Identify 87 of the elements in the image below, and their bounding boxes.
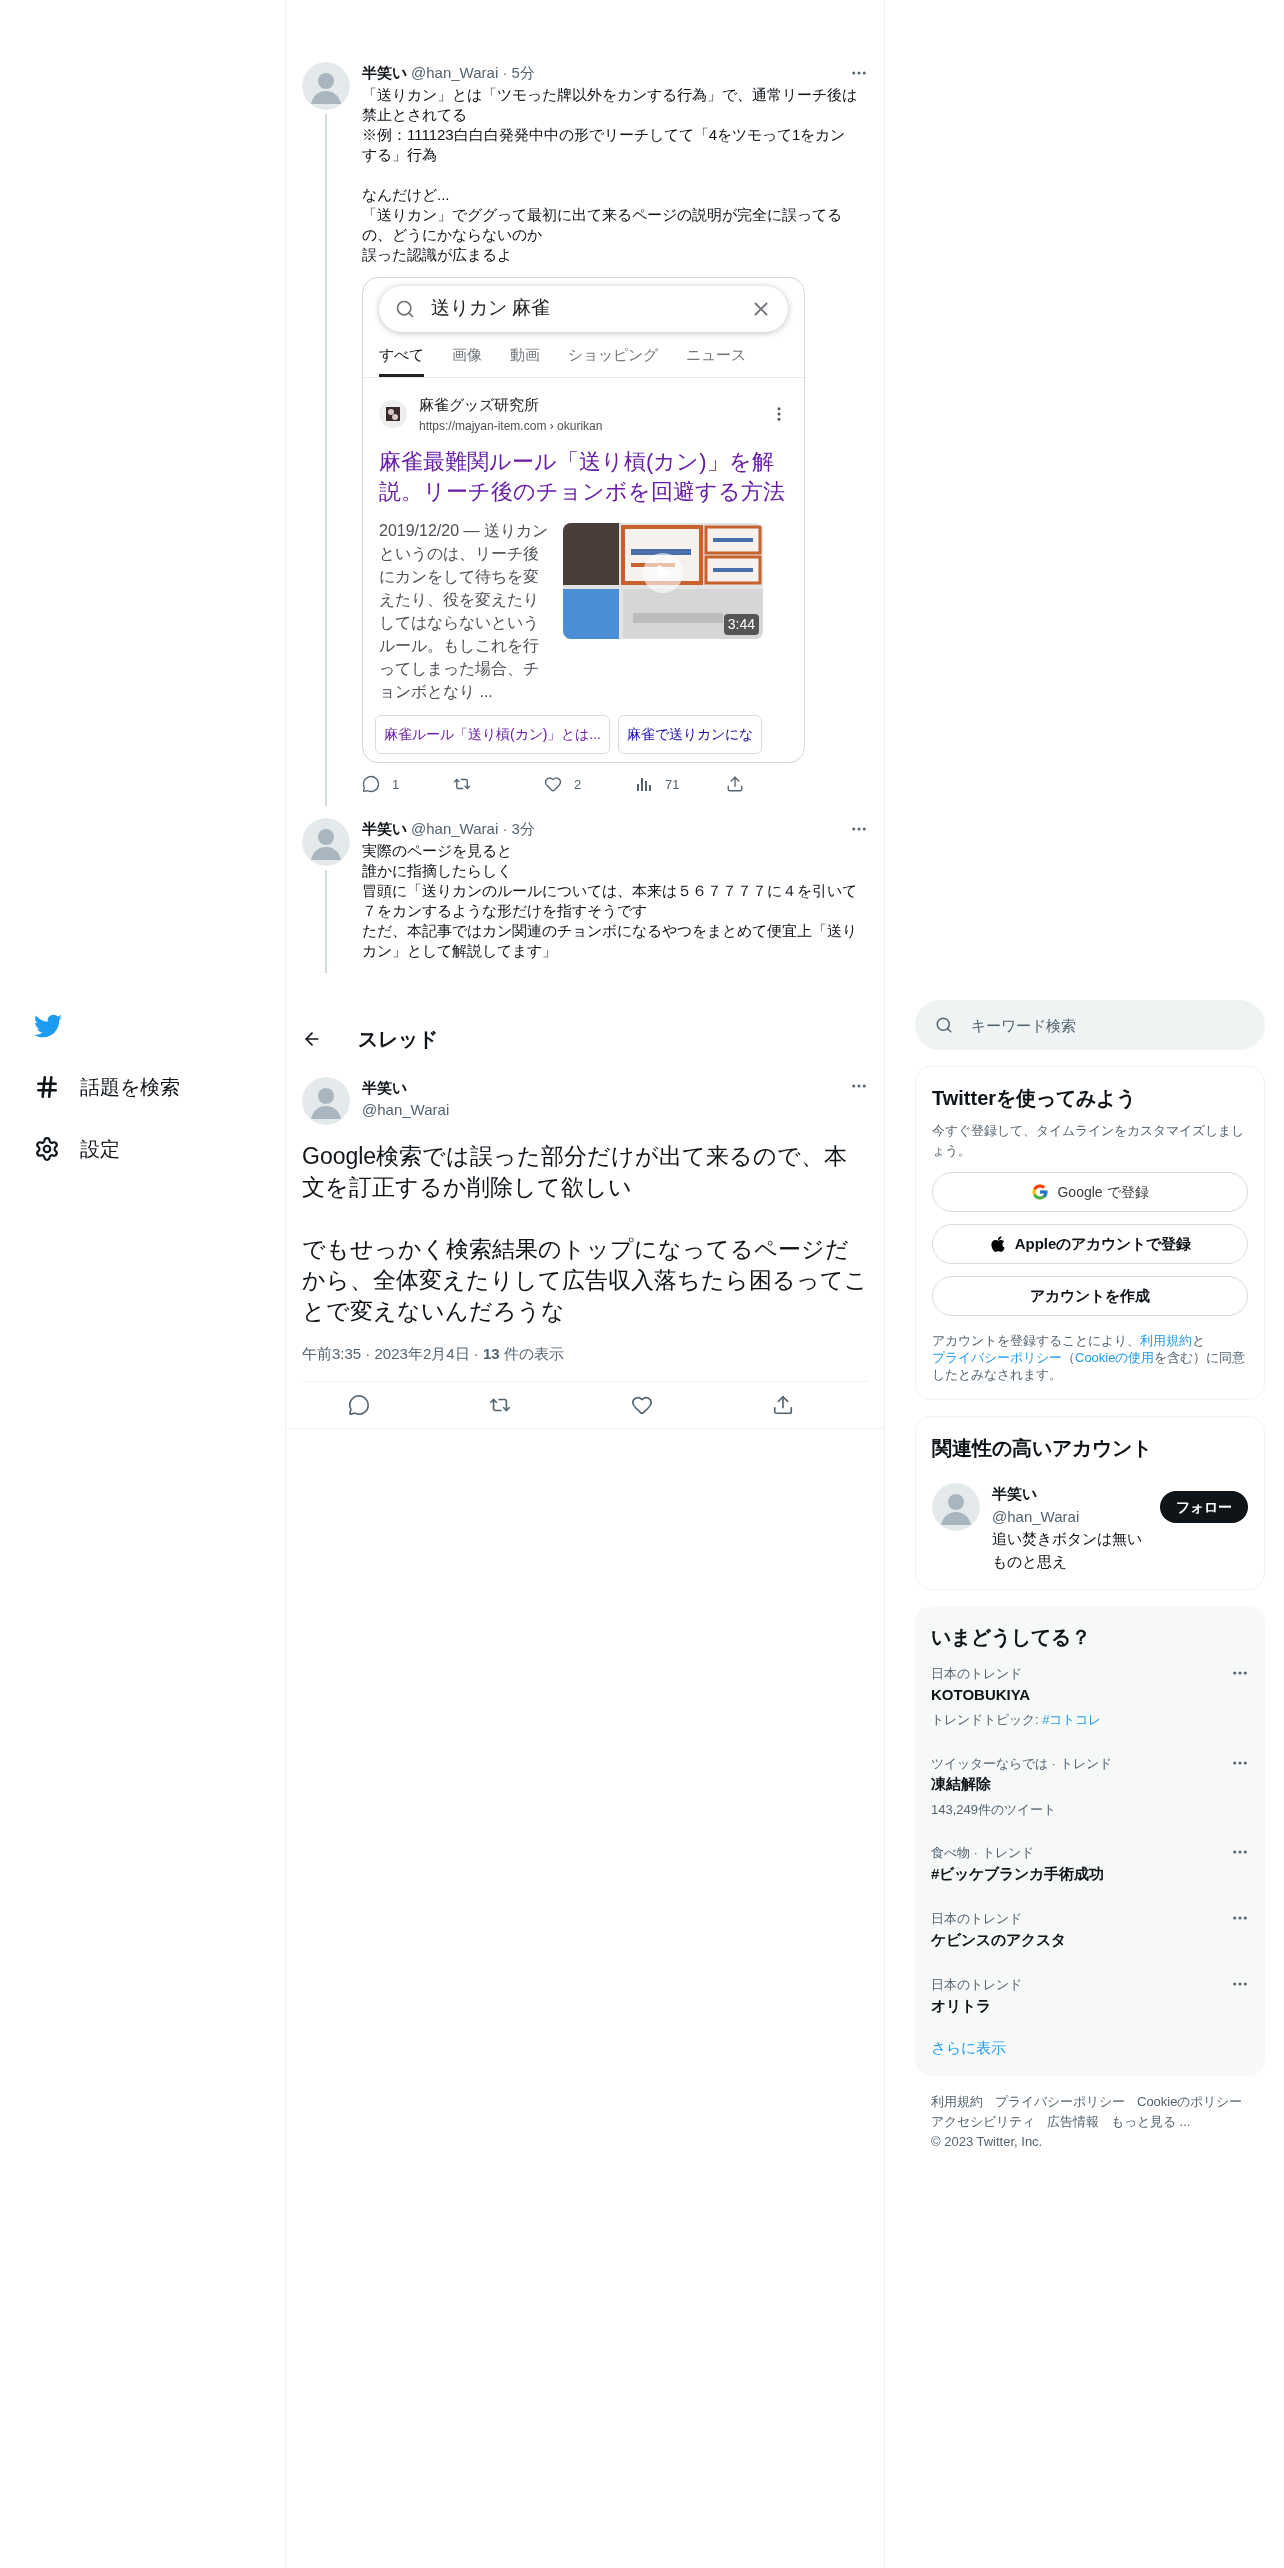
- google-icon: [1031, 1183, 1050, 1201]
- share-icon: [772, 1394, 795, 1416]
- footer-link[interactable]: 広告情報: [1047, 2111, 1099, 2132]
- nav-item[interactable]: 話題を検索: [34, 1072, 285, 1102]
- footer-link[interactable]: もっと見る ...: [1111, 2111, 1191, 2132]
- trend-topic: #ビッケブランカ手術成功: [931, 1863, 1106, 1884]
- trend-topic: オリトラ: [931, 1995, 992, 2016]
- views-icon: [635, 775, 653, 794]
- search-field[interactable]: 送りカン 麻雀: [379, 285, 788, 332]
- page-title: スレッド: [358, 1026, 438, 1052]
- search-icon: [395, 298, 415, 319]
- trend-context: 日本のトレンド: [931, 1910, 1023, 1928]
- heart-icon: [630, 1394, 653, 1416]
- trend-topic: 凍結解除: [931, 1774, 992, 1794]
- reply-icon: [347, 1394, 370, 1416]
- result-title-link[interactable]: 麻雀最難関ルール「送り槓(カン)」を解説。リーチ後のチョンボを回避する方法: [363, 446, 804, 507]
- tweet-text: 冒頭に「送りカンのルールについては、本来は５６７７７７に４を引いて７をカンするような形だけを指すそうです: [362, 880, 858, 921]
- trend-item[interactable]: 日本のトレンド ケビンスのアクスタ: [931, 1897, 1249, 1963]
- tweet-text: 「送りカン」でググって最初に出て来るページの説明が完全に誤ってるの、どうにかならないのか: [362, 204, 843, 245]
- tweet-text: ※例：111123白白白発発中中の形でリーチしてて「4をツモって1をカンする」行為: [362, 124, 847, 165]
- legal-text: アカウントを登録することにより、利用規約 と プライバシーポリシー（Cookieの使用を含む）に同意したとみなされます。: [932, 1332, 1247, 1383]
- search-field[interactable]: キーワード検索: [915, 1000, 1265, 1050]
- related-link-chip[interactable]: 麻雀ルール「送り槓(カン)」とは...: [375, 714, 610, 754]
- tweet-text: なんだけど...: [362, 184, 451, 205]
- trend-item[interactable]: 食べ物 · トレンド #ビッケブランカ手術成功: [931, 1831, 1249, 1897]
- search-tab[interactable]: ショッピング: [568, 343, 658, 377]
- tweet-timestamp: 午前3:35 · 2023年2月4日 · 13 件の表示: [302, 1343, 565, 1364]
- footer-link[interactable]: 利用規約: [931, 2091, 983, 2112]
- reply-button[interactable]: 1: [362, 774, 412, 794]
- hashtag-icon: [34, 1074, 60, 1100]
- heart-icon: [544, 775, 562, 794]
- search-tab[interactable]: ニュース: [686, 343, 746, 377]
- trend-topic: KOTOBUKIYA: [931, 1684, 1032, 1705]
- trend-meta: トレンドトピック: #コトコレ: [931, 1711, 1103, 1729]
- settings-icon: [34, 1136, 60, 1162]
- views-button[interactable]: 71: [635, 774, 685, 794]
- trend-item[interactable]: 日本のトレンド オリトラ: [931, 1963, 1249, 2029]
- author-handle: @han_Warai: [362, 1100, 450, 1120]
- footer-link[interactable]: © 2023 Twitter, Inc.: [931, 2131, 1043, 2152]
- tweet-text: でもせっかく検索結果のトップになってるページだから、全体変えたりして広告収入落ちたら困るってことで変えないんだろうな: [302, 1234, 868, 1326]
- author-handle: @han_Warai · 3分: [411, 819, 535, 839]
- footer-link[interactable]: アクセシビリティ: [931, 2111, 1035, 2132]
- tweet-text: 誰かに指摘したらしく: [362, 860, 513, 881]
- footer-link[interactable]: プライバシーポリシー: [995, 2091, 1125, 2112]
- author-name[interactable]: 半笑い: [362, 1076, 450, 1099]
- trend-context: 日本のトレンド: [931, 1665, 1023, 1683]
- footer-link[interactable]: Cookieのポリシー: [1137, 2091, 1243, 2112]
- search-tab[interactable]: 動画: [510, 343, 540, 377]
- author-name[interactable]: 半笑い: [362, 62, 407, 85]
- author-name[interactable]: 半笑い: [362, 818, 407, 841]
- account-bio: 追い焚きボタンは無いものと思え: [992, 1529, 1143, 1572]
- card-title: 関連性の高いアカウント: [932, 1436, 1153, 1461]
- card-title: いまどうしてる？: [931, 1625, 1092, 1650]
- related-link-chip[interactable]: 麻雀で送りカンにな: [618, 714, 762, 754]
- trend-item[interactable]: ツイッターならでは · トレンド 凍結解除 143,249件のツイート: [931, 1741, 1249, 1831]
- trend-item[interactable]: 日本のトレンド KOTOBUKIYA トレンドトピック: #コトコレ: [931, 1652, 1249, 1742]
- trend-meta: 143,249件のツイート: [931, 1800, 1057, 1819]
- site-name: 麻雀グッズ研究所: [419, 395, 540, 415]
- tweet-text: 「送りカン」とは「ツモった牌以外をカンする行為」で、通常リーチ後は禁止とされてる: [362, 84, 858, 125]
- trend-topic: ケビンスのアクスタ: [931, 1929, 1067, 1950]
- play-icon[interactable]: [643, 552, 683, 593]
- reply-icon: [362, 775, 380, 794]
- tweet-text: ただ、本記事ではカン関連のチョンボになるやつをまとめて便宜上「送りカン」として解説してます」: [362, 920, 858, 961]
- bird-logo-icon[interactable]: [34, 1012, 62, 1040]
- nav-item[interactable]: 設定: [34, 1134, 285, 1164]
- trend-context: 食べ物 · トレンド: [931, 1844, 1035, 1862]
- card-title: Twitterを使ってみよう: [932, 1086, 1138, 1111]
- tweet-text: Google検索では誤った部分だけが出て来るので、本文を訂正するか削除して欲しい: [302, 1141, 849, 1202]
- share-icon: [726, 775, 744, 794]
- author-handle: @han_Warai · 5分: [411, 63, 535, 83]
- card-subtitle: 今すぐ登録して、タイムラインをカスタマイズしましょう。: [932, 1122, 1245, 1160]
- account-name[interactable]: 半笑い: [992, 1483, 1148, 1506]
- follow-button[interactable]: フォロー: [1160, 1491, 1248, 1523]
- account-handle: @han_Warai: [992, 1506, 1081, 1527]
- trend-context: ツイッターならでは · トレンド: [931, 1754, 1113, 1773]
- tweet-text: 誤った認識が広まるよ: [362, 244, 513, 265]
- tweet-text: 実際のページを見ると: [362, 840, 513, 861]
- favicon-icon: [379, 400, 407, 429]
- like-button[interactable]: 2: [544, 774, 594, 794]
- search-screenshot[interactable]: [362, 276, 805, 763]
- site-url: https://majyan-item.com › okurikan: [419, 417, 603, 435]
- trend-context: 日本のトレンド: [931, 1976, 1023, 1994]
- search-icon: [935, 1016, 953, 1034]
- result-snippet: 2019/12/20 — 送りカンというのは、リーチ後にカンをして待ちを変えたり、役を変えたりしてはならないというルール。もしこれを行ってしまった場合、チョンボとなり ...: [379, 520, 549, 702]
- search-tab[interactable]: 画像: [452, 343, 482, 377]
- search-tab[interactable]: すべて: [379, 343, 424, 377]
- apple-icon: [988, 1235, 1007, 1253]
